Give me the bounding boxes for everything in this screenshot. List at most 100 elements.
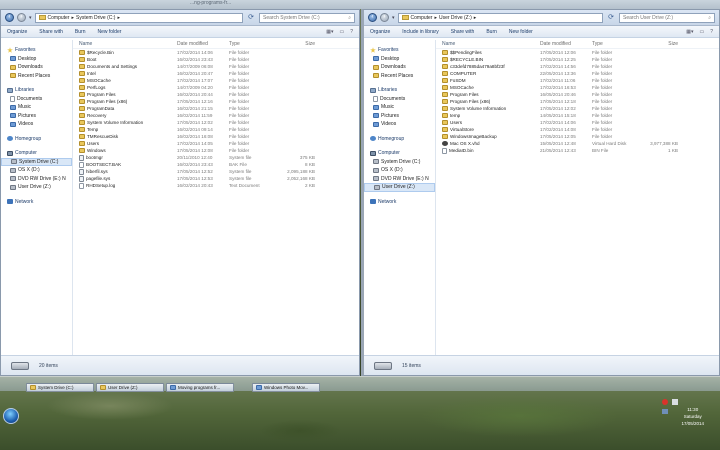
recent-pages-dropdown-icon[interactable]: ▾	[29, 15, 32, 21]
nav-user-drive[interactable]: User Drive (Z:)	[364, 183, 435, 192]
nav-recent-places[interactable]: Recent Places	[1, 72, 72, 81]
file-row[interactable]: Program Files 16/05/2014 20:46 File folder	[436, 91, 719, 98]
taskbar-button-movie-maker[interactable]: Windows Photo Mov...	[252, 383, 320, 392]
action-center-icon[interactable]	[662, 399, 668, 405]
new-folder-button[interactable]: New folder	[97, 29, 121, 35]
preview-pane-icon[interactable]: ▭	[339, 29, 344, 35]
column-header-date[interactable]: Date modified	[177, 41, 229, 47]
column-header-type[interactable]: Type	[229, 41, 279, 47]
file-row[interactable]: Program Files (x86) 17/05/2014 12:16 File …	[73, 98, 359, 105]
search-icon[interactable]: ⌕	[708, 15, 711, 21]
nav-homegroup[interactable]: Homegroup	[364, 135, 435, 144]
nav-videos[interactable]: Videos	[1, 120, 72, 129]
nav-videos[interactable]: Videos	[364, 120, 435, 129]
file-row[interactable]: MSOCache 17/02/2014 16:53 File folder	[436, 84, 719, 91]
file-row[interactable]: Documents and Settings 14/07/2009 06:08 Fi…	[73, 63, 359, 70]
navigation-pane[interactable]: Favorites Desktop Downloads Recent Place…	[1, 40, 73, 355]
share-with-button[interactable]: Share with	[39, 29, 63, 35]
column-header-name[interactable]: Name	[73, 41, 177, 47]
refresh-icon[interactable]: ⟳	[606, 13, 616, 23]
volume-icon[interactable]	[672, 399, 678, 405]
search-input[interactable]	[623, 14, 703, 21]
nav-favorites[interactable]: Favorites	[364, 46, 435, 55]
organize-button[interactable]: Organize	[370, 29, 390, 35]
column-header-name[interactable]: Name	[436, 41, 540, 47]
address-bar[interactable]: Computer ▸ User Drive (Z:) ▸	[397, 12, 603, 23]
nav-homegroup[interactable]: Homegroup	[1, 135, 72, 144]
nav-pictures[interactable]: Pictures	[364, 112, 435, 121]
column-header-size[interactable]: Size	[279, 41, 319, 47]
file-row[interactable]: MSOCache 17/02/2014 17:07 File folder	[73, 77, 359, 84]
nav-computer[interactable]: Computer	[1, 149, 72, 158]
views-icon[interactable]: ▦▾	[686, 29, 693, 35]
nav-documents[interactable]: Documents	[1, 95, 72, 104]
include-in-library-button[interactable]: Include in library	[402, 29, 438, 35]
nav-osx-drive[interactable]: OS X (D:)	[364, 166, 435, 175]
refresh-icon[interactable]: ⟳	[246, 13, 256, 23]
navigation-pane[interactable]: Favorites Desktop Downloads Recent Place…	[364, 40, 436, 355]
nav-downloads[interactable]: Downloads	[364, 63, 435, 72]
back-button[interactable]: ‹	[5, 13, 14, 22]
file-row[interactable]: $Recycle.Bin 17/02/2014 14:06 File folder	[73, 49, 359, 56]
file-row[interactable]: $$PendingFiles 17/05/2014 12:06 File folde…	[436, 49, 719, 56]
nav-network[interactable]: Network	[364, 198, 435, 207]
column-header-size[interactable]: Size	[642, 41, 682, 47]
file-row[interactable]: BOOTSECT.BAK 16/02/2014 23:43 BAK File 8 KB	[73, 161, 359, 168]
file-row[interactable]: MediaID.bin 21/05/2014 12:43 BIN File 1 KB	[436, 147, 719, 154]
nav-pictures[interactable]: Pictures	[1, 112, 72, 121]
file-row[interactable]: Program Files (x86) 17/05/2014 12:18 File …	[436, 98, 719, 105]
burn-button[interactable]: Burn	[75, 29, 86, 35]
back-button[interactable]: ‹	[368, 13, 377, 22]
nav-recent-places[interactable]: Recent Places	[364, 72, 435, 81]
forward-button[interactable]: ›	[17, 13, 26, 22]
file-row[interactable]: ProgramData 16/02/2014 21:15 File folder	[73, 105, 359, 112]
search-input[interactable]	[263, 14, 343, 21]
file-row[interactable]: Users 17/02/2014 14:06 File folder	[436, 119, 719, 126]
new-folder-button[interactable]: New folder	[509, 29, 533, 35]
help-icon[interactable]: ?	[350, 29, 353, 35]
file-row[interactable]: Users 17/02/2014 14:05 File folder	[73, 140, 359, 147]
taskbar-button-user-drive[interactable]: User Drive (Z:)	[96, 383, 164, 392]
file-row[interactable]: Recovery 16/02/2014 11:59 File folder	[73, 112, 359, 119]
taskbar-button-browser[interactable]: Moving programs fr...	[166, 383, 234, 392]
nav-documents[interactable]: Documents	[364, 95, 435, 104]
breadcrumb-drive[interactable]: User Drive (Z:)	[439, 15, 472, 21]
taskbar-button-system-drive[interactable]: System Drive (C:)	[26, 383, 94, 392]
help-icon[interactable]: ?	[710, 29, 713, 35]
file-row[interactable]: bootmgr 20/11/2010 12:40 System file 375 KB	[73, 154, 359, 161]
file-row[interactable]: Intel 16/02/2014 20:47 File folder	[73, 70, 359, 77]
nav-network[interactable]: Network	[1, 198, 72, 207]
file-row[interactable]: VirtualStore 17/02/2014 14:08 File folder	[436, 126, 719, 133]
nav-desktop[interactable]: Desktop	[364, 55, 435, 64]
file-row[interactable]: Temp 16/02/2014 09:14 File folder	[73, 126, 359, 133]
file-row[interactable]: FoSDM 17/02/2014 11:06 File folder	[436, 77, 719, 84]
breadcrumb-computer[interactable]: Computer	[48, 15, 70, 21]
nav-system-drive[interactable]: System Drive (C:)	[1, 157, 72, 166]
file-row[interactable]: Program Files 16/02/2014 20:44 File folder	[73, 91, 359, 98]
file-row[interactable]: hiberfil.sys 17/05/2014 12:52 System file 2…	[73, 168, 359, 175]
breadcrumb-drive[interactable]: System Drive (C:)	[76, 15, 115, 21]
clock[interactable]: 11:30 Saturday 17/05/2014	[681, 406, 704, 427]
column-header-date[interactable]: Date modified	[540, 41, 592, 47]
explorer-window-user-drive[interactable]: ‹ › ▾ Computer ▸ User Drive (Z:) ▸ ⟳ ⌕ O…	[361, 9, 720, 376]
file-row[interactable]: temp 14/05/2014 15:18 File folder	[436, 112, 719, 119]
file-row[interactable]: RHDSetup.log 16/02/2014 20:43 Text Documen…	[73, 182, 359, 189]
file-row[interactable]: COMPUTER 22/05/2014 13:36 File folder	[436, 70, 719, 77]
recent-pages-dropdown-icon[interactable]: ▾	[392, 15, 395, 21]
nav-computer[interactable]: Computer	[364, 149, 435, 158]
nav-system-drive[interactable]: System Drive (C:)	[364, 158, 435, 167]
organize-button[interactable]: Organize	[7, 29, 27, 35]
nav-osx-drive[interactable]: OS X (D:)	[1, 166, 72, 175]
file-row[interactable]: Boot 16/02/2014 23:43 File folder	[73, 56, 359, 63]
nav-music[interactable]: Music	[1, 103, 72, 112]
nav-user-drive[interactable]: User Drive (Z:)	[1, 183, 72, 192]
file-row[interactable]: System Volume Information 17/05/2014 12:0…	[73, 119, 359, 126]
file-row[interactable]: WindowsImageBackup 17/05/2014 12:05 File f…	[436, 133, 719, 140]
nav-music[interactable]: Music	[364, 103, 435, 112]
network-tray-icon[interactable]	[662, 409, 668, 414]
nav-favorites[interactable]: Favorites	[1, 46, 72, 55]
preview-pane-icon[interactable]: ▭	[699, 29, 704, 35]
nav-downloads[interactable]: Downloads	[1, 63, 72, 72]
address-bar[interactable]: Computer ▸ System Drive (C:) ▸	[34, 12, 243, 23]
nav-dvd-drive[interactable]: DVD RW Drive (E:) N	[364, 175, 435, 184]
